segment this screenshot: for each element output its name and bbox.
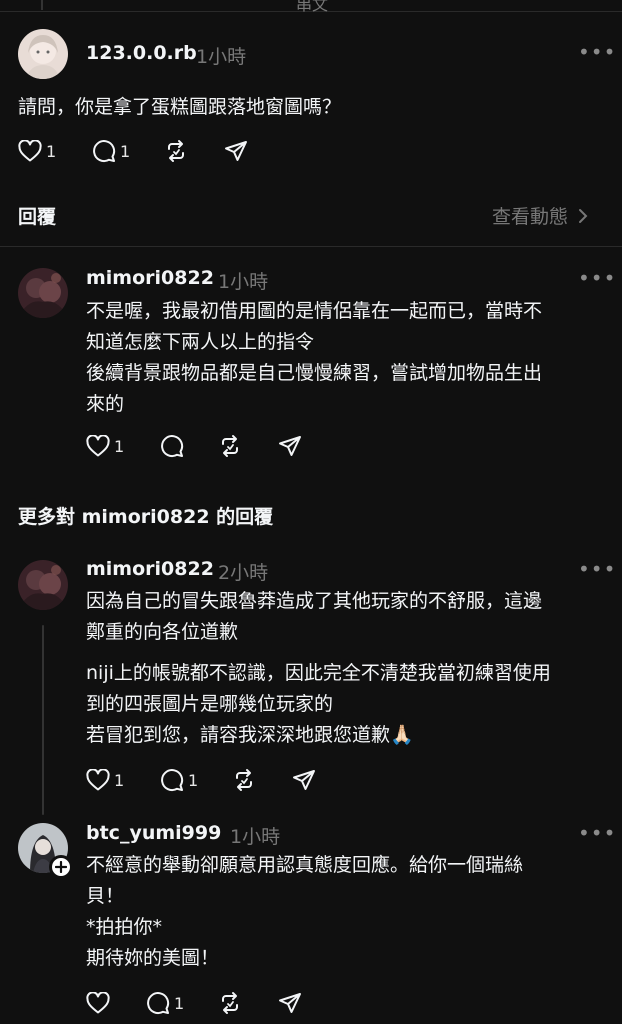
reply3-like-button[interactable]: [86, 990, 110, 1016]
avatar-mimori0822[interactable]: [18, 560, 68, 610]
send-icon: [225, 141, 247, 161]
reply2-line: 到的四張圖片是哪幾位玩家的: [86, 693, 334, 715]
reply2-more-icon[interactable]: •••: [578, 557, 616, 581]
reply2-line: niji上的帳號都不認識，因此完全不清楚我當初練習使用: [86, 662, 551, 684]
reply1-line: 後續背景跟物品都是自己慢慢練習，嘗試增加物品生出: [86, 362, 543, 384]
heart-icon: [18, 140, 42, 162]
view-activity-label: 查看動態: [492, 206, 569, 228]
post-time: 1小時: [196, 46, 247, 68]
reply2-line: 鄭重的向各位道歉: [86, 621, 239, 643]
reply2-username[interactable]: mimori0822: [86, 558, 214, 580]
reply1-reply-button[interactable]: [160, 433, 184, 459]
follow-button[interactable]: [49, 855, 73, 879]
reply2-like-count: 1: [114, 770, 125, 790]
avatar-123-0-0-rb[interactable]: [18, 29, 68, 79]
replies-label: 回覆: [18, 206, 57, 228]
reply3-line: 不經意的舉動卻願意用認真態度回應。給你一個瑞絲: [86, 854, 524, 876]
reply1-more-icon[interactable]: •••: [578, 266, 616, 290]
post-like-count: 1: [46, 141, 57, 161]
header-title: 串文: [296, 0, 329, 14]
reply3-line: *拍拍你*: [86, 916, 163, 938]
chevron-right-icon: [579, 208, 588, 223]
top-bar: 串文: [0, 0, 622, 14]
reply1-repost-button[interactable]: [218, 433, 242, 459]
avatar-mimori0822[interactable]: [18, 268, 68, 318]
reply2-reply-button[interactable]: 1: [160, 767, 198, 793]
reply3-line: 期待妳的美圖！: [86, 947, 220, 969]
plus-icon: [55, 861, 67, 873]
reply3-reply-button[interactable]: 1: [146, 990, 184, 1016]
comment-icon: [147, 992, 170, 1015]
send-icon: [293, 770, 315, 790]
comment-icon: [161, 769, 184, 792]
reply2-repost-button[interactable]: [232, 767, 256, 793]
reply2-reply-count: 1: [188, 770, 199, 790]
more-replies-header: 更多對 mimori0822 的回覆: [18, 506, 274, 528]
post-repost-button[interactable]: [164, 138, 188, 164]
repost-icon: [168, 140, 184, 162]
heart-icon: [86, 992, 110, 1014]
reply3-time: 1小時: [230, 826, 281, 848]
post-reply-button[interactable]: 1: [92, 138, 130, 164]
reply2-share-button[interactable]: [292, 767, 316, 793]
reply3-repost-button[interactable]: [218, 990, 242, 1016]
post-reply-count: 1: [120, 141, 131, 161]
reply1-line: 不是喔，我最初借用圖的是情侶靠在一起而已，當時不: [86, 300, 543, 322]
reply2-time: 2小時: [218, 562, 269, 584]
comment-icon: [93, 140, 116, 163]
reply3-username[interactable]: btc_yumi999: [86, 822, 221, 844]
reply1-username[interactable]: mimori0822: [86, 267, 214, 289]
reply2-like-button[interactable]: 1: [86, 767, 124, 793]
heart-icon: [86, 769, 110, 791]
post-more-icon[interactable]: •••: [578, 40, 616, 64]
post-text: 請問，你是拿了蛋糕圖跟落地窗圖嗎？: [18, 96, 342, 118]
reply1-time: 1小時: [218, 271, 269, 293]
reply3-share-button[interactable]: [278, 990, 302, 1016]
repost-icon: [222, 435, 238, 457]
reply1-line: 知道怎麼下兩人以上的指令: [86, 331, 315, 353]
reply3-more-icon[interactable]: •••: [578, 821, 616, 845]
reply1-share-button[interactable]: [278, 433, 302, 459]
thread-line: [42, 625, 44, 815]
reply1-like-button[interactable]: 1: [86, 433, 124, 459]
post-like-button[interactable]: 1: [18, 138, 56, 164]
repost-icon: [222, 992, 238, 1014]
comment-icon: [161, 435, 184, 458]
reply3-line: 貝！: [86, 885, 125, 907]
reply3-reply-count: 1: [174, 993, 185, 1013]
heart-icon: [86, 435, 110, 457]
send-icon: [279, 993, 301, 1013]
reply1-line: 來的: [86, 393, 125, 415]
thread-line: [41, 0, 43, 10]
post-username[interactable]: 123.0.0.rb: [86, 42, 197, 64]
repost-icon: [236, 769, 252, 791]
send-icon: [279, 436, 301, 456]
post-share-button[interactable]: [224, 138, 248, 164]
reply2-line: 因為自己的冒失跟魯莽造成了其他玩家的不舒服，這邊: [86, 590, 543, 612]
reply1-like-count: 1: [114, 436, 125, 456]
view-activity-link[interactable]: 查看動態: [492, 202, 588, 229]
reply2-line: 若冒犯到您，請容我深深地跟您道歉🙏🏻: [86, 724, 414, 746]
